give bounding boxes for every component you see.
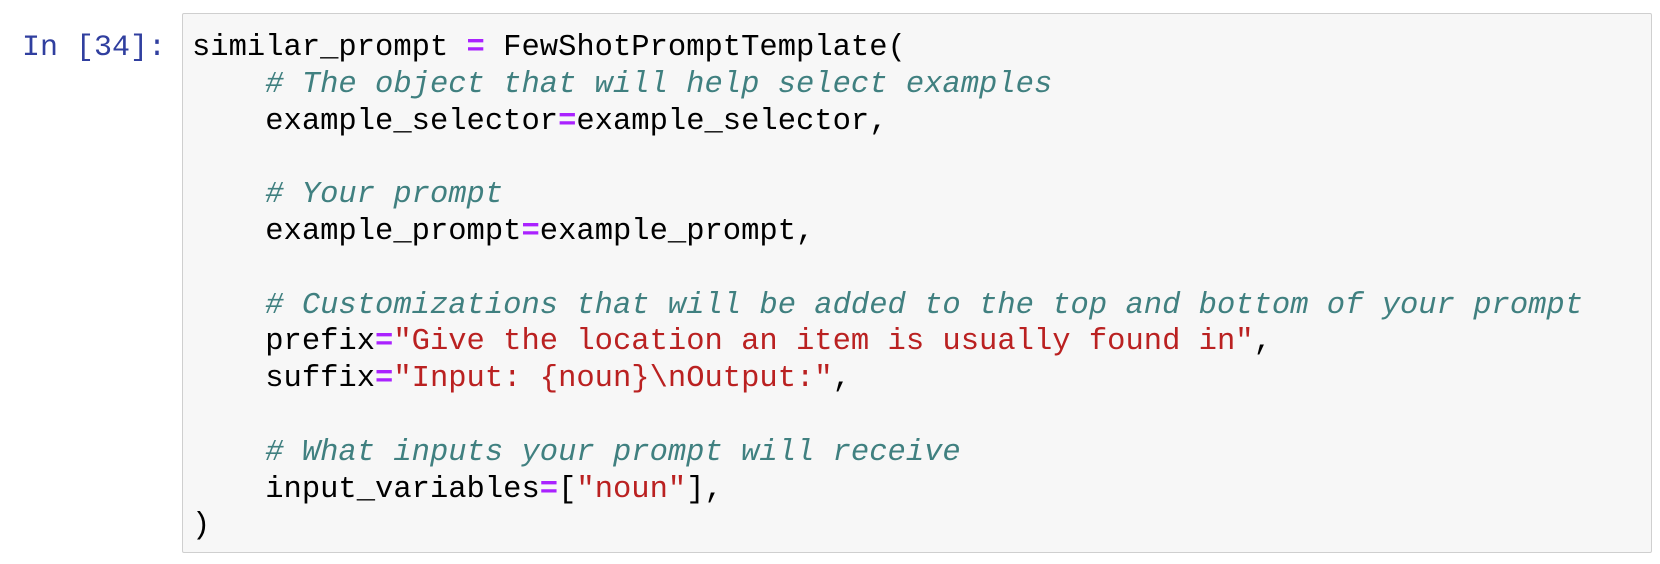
code-line: example_selector=example_selector, bbox=[192, 104, 1583, 141]
operator-token: = bbox=[558, 104, 577, 139]
code-token: similar_prompt bbox=[192, 31, 467, 65]
code-comment: # The object that will help select examp… bbox=[265, 67, 1053, 102]
code-token: suffix bbox=[192, 362, 376, 397]
code-token: example_selector bbox=[192, 104, 559, 139]
code-token: ], bbox=[686, 472, 723, 507]
code-token: [ bbox=[558, 472, 577, 507]
code-comment: # Your prompt bbox=[265, 178, 504, 213]
code-token: , bbox=[1253, 325, 1272, 360]
code-line: example_prompt=example_prompt, bbox=[192, 214, 1583, 251]
code-comment: # Customizations that will be added to t… bbox=[265, 288, 1584, 323]
cell-input-prompt: In [34]: bbox=[22, 31, 167, 65]
string-literal: "noun" bbox=[576, 472, 687, 507]
code-line: # What inputs your prompt will receive bbox=[192, 435, 1583, 472]
code-token: example_selector, bbox=[576, 104, 888, 139]
operator-token: = bbox=[375, 325, 394, 360]
operator-token: = bbox=[375, 362, 394, 397]
string-literal: "Input: {noun}\nOutput:" bbox=[393, 362, 833, 397]
code-token: FewShotPromptTemplate( bbox=[484, 31, 906, 65]
code-token: , bbox=[832, 362, 851, 397]
code-line: input_variables=["noun"], bbox=[192, 472, 1583, 509]
code-line: ) bbox=[192, 508, 1583, 545]
code-line: suffix="Input: {noun}\nOutput:", bbox=[192, 361, 1583, 398]
code-content[interactable]: similar_prompt = FewShotPromptTemplate( … bbox=[192, 30, 1583, 545]
code-line: # Customizations that will be added to t… bbox=[192, 288, 1583, 325]
code-token: ) bbox=[192, 509, 211, 544]
code-token: example_prompt bbox=[192, 214, 522, 249]
code-token: input_variables bbox=[192, 472, 540, 507]
string-literal: "Give the location an item is usually fo… bbox=[393, 325, 1254, 360]
code-line: prefix="Give the location an item is usu… bbox=[192, 324, 1583, 361]
code-cell-editor[interactable]: similar_prompt = FewShotPromptTemplate( … bbox=[182, 13, 1652, 553]
operator-token: = bbox=[521, 214, 540, 249]
operator-token: = bbox=[539, 472, 559, 507]
code-token: prefix bbox=[192, 325, 376, 360]
code-comment: # What inputs your prompt will receive bbox=[265, 435, 961, 470]
code-token: example_prompt, bbox=[539, 214, 815, 249]
operator-token: = bbox=[466, 31, 485, 65]
code-line: similar_prompt = FewShotPromptTemplate( bbox=[192, 30, 1583, 67]
code-line: # The object that will help select examp… bbox=[192, 67, 1583, 104]
code-line: # Your prompt bbox=[192, 177, 1583, 214]
